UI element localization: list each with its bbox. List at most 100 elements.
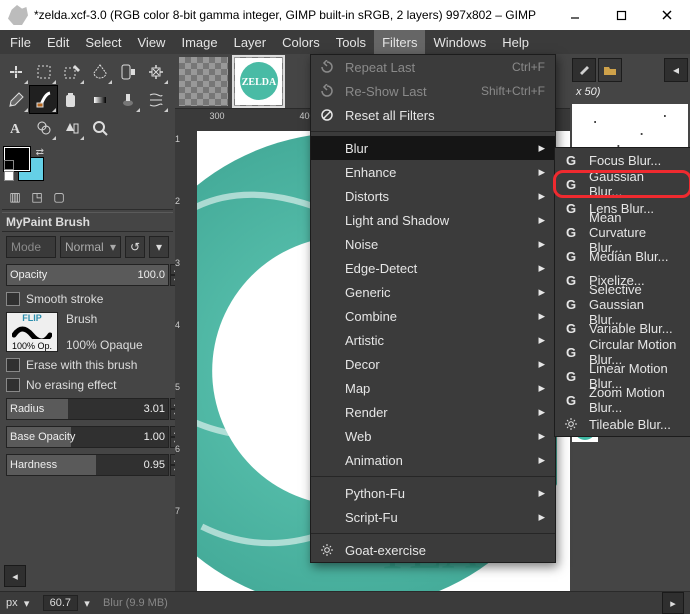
tool-opts-tab-icon[interactable]: ▥ [6,189,24,205]
menu-item-reset-all-filters[interactable]: Reset all Filters [311,103,555,127]
window-titlebar: *zelda.xcf-3.0 (RGB color 8-bit gamma in… [0,0,690,30]
menu-image[interactable]: Image [173,30,225,54]
menu-item-python-fu[interactable]: Python-Fu▸ [311,481,555,505]
device-status-tab-icon[interactable]: ◳ [28,189,46,205]
menu-item-animation[interactable]: Animation▸ [311,448,555,472]
menu-edit[interactable]: Edit [39,30,77,54]
menu-item-light-and-shadow[interactable]: Light and Shadow▸ [311,208,555,232]
status-mem: Blur (9.9 MB) [103,597,168,609]
tool-13[interactable] [30,114,57,141]
thumb-zelda[interactable]: ZELDA [234,57,283,106]
tool-15[interactable] [86,114,113,141]
chevron-right-icon: ▸ [535,509,545,525]
blur-item-median-blur-[interactable]: GMedian Blur... [555,244,690,268]
ruler-vertical[interactable]: 1234567 [175,109,197,591]
tool-3[interactable] [86,58,113,85]
images-tab-icon[interactable]: ▢ [50,189,68,205]
chevron-right-icon: ▸ [535,284,545,300]
mode-menu-button[interactable]: ▾ [149,236,169,258]
swap-colors-icon[interactable]: ⇄ [36,147,44,158]
brush-preview[interactable]: FLIP 100% Op. [6,312,58,352]
menu-item-distorts[interactable]: Distorts▸ [311,184,555,208]
tool-7[interactable] [30,86,57,113]
tool-10[interactable] [114,86,141,113]
smooth-stroke-checkbox[interactable]: Smooth stroke [2,290,173,308]
menu-select[interactable]: Select [77,30,129,54]
gegl-icon: G [563,177,579,192]
menu-item-enhance[interactable]: Enhance▸ [311,160,555,184]
tool-14[interactable] [58,114,85,141]
rotate-icon [319,84,335,98]
window-close-button[interactable] [644,0,690,30]
menu-file[interactable]: File [2,30,39,54]
menu-item-edge-detect[interactable]: Edge-Detect▸ [311,256,555,280]
tool-8[interactable] [58,86,85,113]
dock-tab-folder[interactable] [598,58,622,82]
zoom-dropdown[interactable]: ▾ [81,597,93,610]
tool-5[interactable] [142,58,169,85]
menu-layer[interactable]: Layer [226,30,275,54]
menu-item-render[interactable]: Render▸ [311,400,555,424]
window-maximize-button[interactable] [598,0,644,30]
chevron-right-icon: ▸ [535,332,545,348]
blur-item-selective-gaussian-blur-[interactable]: GSelective Gaussian Blur... [555,292,690,316]
menu-item-goat-exercise[interactable]: Goat-exercise [311,538,555,562]
tool-0[interactable] [2,58,29,85]
tool-2[interactable] [58,58,85,85]
unit-select[interactable]: px▾ [6,597,33,610]
chevron-right-icon: ▸ [535,485,545,501]
menu-item-map[interactable]: Map▸ [311,376,555,400]
blur-item-mean-curvature-blur-[interactable]: GMean Curvature Blur... [555,220,690,244]
dock-menu-button[interactable]: ◂ [664,58,688,82]
opacity-slider[interactable]: Opacity 100.0 ▴▾ [6,264,169,286]
menu-item-noise[interactable]: Noise▸ [311,232,555,256]
mode-select[interactable]: Normal▾ [60,236,121,258]
menu-item-combine[interactable]: Combine▸ [311,304,555,328]
rotate-icon [319,60,335,74]
menu-help[interactable]: Help [494,30,537,54]
gegl-icon [563,417,579,431]
menu-item-web[interactable]: Web▸ [311,424,555,448]
right-arrow-button[interactable]: ▸ [662,592,684,614]
menu-item-script-fu[interactable]: Script-Fu▸ [311,505,555,529]
left-arrow-button[interactable]: ◂ [4,565,26,587]
chevron-right-icon: ▸ [535,452,545,468]
tool-4[interactable] [114,58,141,85]
menu-windows[interactable]: Windows [425,30,494,54]
noerase-checkbox[interactable]: No erasing effect [2,376,173,394]
chevron-right-icon: ▸ [535,212,545,228]
menu-filters[interactable]: Filters [374,30,425,54]
blur-item-gaussian-blur-[interactable]: GGaussian Blur... [555,172,690,196]
tool-6[interactable] [2,86,29,113]
dock-tab-brush[interactable] [572,58,596,82]
menu-tools[interactable]: Tools [328,30,374,54]
gegl-icon: G [563,321,579,336]
zoom-field[interactable]: 60.7 [43,595,78,611]
thumb-checker[interactable] [179,57,228,106]
menu-view[interactable]: View [130,30,174,54]
color-swatch[interactable]: ⇄ [4,147,44,181]
mode-toggle-button[interactable]: ↺ [125,236,145,258]
default-colors-icon[interactable] [4,160,14,181]
gegl-icon: G [563,249,579,264]
menu-item-decor[interactable]: Decor▸ [311,352,555,376]
tool-1[interactable] [30,58,57,85]
chevron-right-icon: ▸ [535,356,545,372]
tool-11[interactable] [142,86,169,113]
gegl-icon: G [563,201,579,216]
blur-item-zoom-motion-blur-[interactable]: GZoom Motion Blur... [555,388,690,412]
erase-checkbox[interactable]: Erase with this brush [2,356,173,374]
blur-item-tileable-blur-[interactable]: Tileable Blur... [555,412,690,436]
menu-item-generic[interactable]: Generic▸ [311,280,555,304]
base-opacity-slider[interactable]: Base Opacity 1.00 ▴▾ [6,426,169,448]
tool-12[interactable]: A [2,114,29,141]
menu-colors[interactable]: Colors [274,30,328,54]
menu-item-artistic[interactable]: Artistic▸ [311,328,555,352]
hardness-slider[interactable]: Hardness 0.95 ▴▾ [6,454,169,476]
radius-slider[interactable]: Radius 3.01 ▴▾ [6,398,169,420]
window-minimize-button[interactable] [552,0,598,30]
status-bar: px▾ 60.7▾ Blur (9.9 MB) ▸ [0,591,690,614]
menu-item-blur[interactable]: Blur▸ [311,136,555,160]
window-title: *zelda.xcf-3.0 (RGB color 8-bit gamma in… [34,8,536,22]
tool-9[interactable] [86,86,113,113]
